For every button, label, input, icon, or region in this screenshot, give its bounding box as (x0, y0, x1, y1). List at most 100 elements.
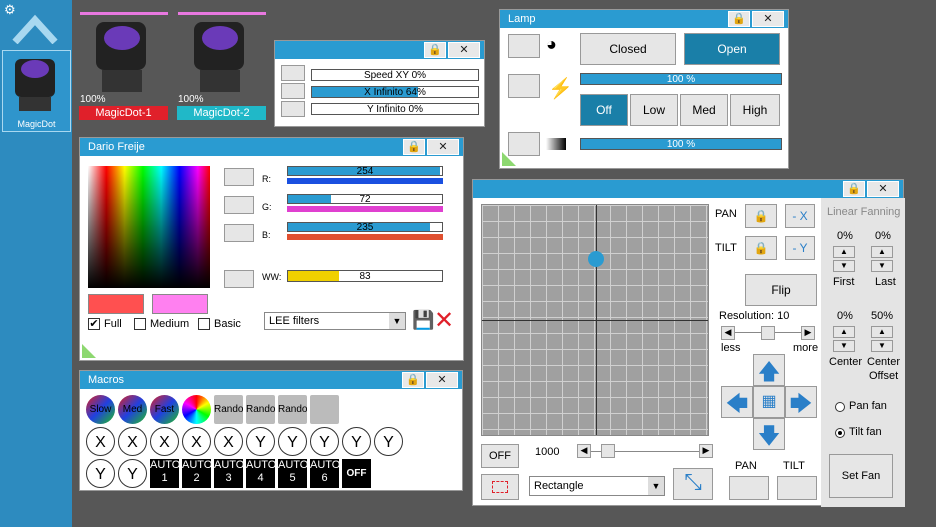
save-icon[interactable]: 💾 (412, 310, 434, 331)
tilt-lock-icon[interactable]: 🔒 (745, 236, 777, 260)
shape-select[interactable]: Rectangle ▼ (529, 476, 665, 496)
delete-icon[interactable]: ✕ (434, 306, 454, 335)
g-button[interactable] (224, 196, 254, 214)
tilt-bottom-button[interactable] (777, 476, 817, 500)
macro-button[interactable]: X (150, 427, 179, 456)
value-slider[interactable] (601, 444, 615, 458)
fixture-1-name[interactable]: MagicDot-1 (79, 106, 168, 120)
closed-button[interactable]: Closed (580, 33, 676, 65)
filter-select[interactable]: LEE filters ▼ (264, 312, 406, 330)
more-arrow-icon[interactable]: ▶ (801, 326, 815, 340)
minus-x-button[interactable]: - X (785, 204, 815, 228)
intensity-bar-2[interactable]: 100 % (580, 138, 782, 150)
macro-button[interactable]: AUTO 2 (182, 459, 211, 488)
speed-xy-bar[interactable]: Speed XY 0% (311, 69, 479, 81)
intensity-bar-1[interactable]: 100 % (580, 73, 782, 85)
first-down-icon[interactable]: ▼ (833, 260, 855, 272)
center-up-icon[interactable]: ▲ (833, 326, 855, 338)
basic-checkbox[interactable] (198, 318, 210, 330)
macro-button[interactable]: AUTO 6 (310, 459, 339, 488)
right-arrow-icon[interactable]: ▶ (699, 444, 713, 458)
macro-button[interactable]: Y (374, 427, 403, 456)
macro-button[interactable]: Y (310, 427, 339, 456)
arrow-up-icon[interactable]: 🡅 (753, 354, 785, 386)
arrow-right-icon[interactable]: 🡆 (785, 386, 817, 418)
ww-button[interactable] (224, 270, 254, 288)
moving-head-icon[interactable] (92, 16, 150, 94)
fixture-tile[interactable]: MagicDot (2, 50, 71, 132)
macro-button[interactable] (374, 395, 403, 424)
macro-button[interactable]: Slow (86, 395, 115, 424)
macro-button[interactable]: Random (214, 395, 243, 424)
lock-icon[interactable]: 🔒 (403, 139, 425, 155)
chevron-down-icon[interactable]: ▼ (648, 477, 664, 495)
shape-preview[interactable] (481, 474, 519, 500)
macro-button[interactable]: Y (86, 459, 115, 488)
r-button[interactable] (224, 168, 254, 186)
swap-icon[interactable]: ⤡ (673, 468, 713, 500)
up-chevron-icon[interactable] (12, 10, 58, 44)
macro-button[interactable] (342, 395, 371, 424)
last-up-icon[interactable]: ▲ (871, 246, 893, 258)
macro-button[interactable]: Med (118, 395, 147, 424)
close-icon[interactable]: ✕ (448, 42, 480, 58)
macro-button[interactable]: Y (246, 427, 275, 456)
xy-point[interactable] (588, 251, 604, 267)
chevron-down-icon[interactable]: ▼ (389, 313, 405, 329)
macro-button[interactable]: X (182, 427, 211, 456)
macro-button[interactable]: X (214, 427, 243, 456)
medium-checkbox[interactable] (134, 318, 146, 330)
macro-button[interactable]: Y (278, 427, 307, 456)
close-icon[interactable]: ✕ (427, 139, 459, 155)
arrow-left-icon[interactable]: 🡄 (721, 386, 753, 418)
fixture-2-name[interactable]: MagicDot-2 (177, 106, 266, 120)
g-bar[interactable]: 72 (287, 194, 443, 204)
macro-button[interactable]: X (86, 427, 115, 456)
color-picker[interactable] (88, 166, 210, 288)
off-button[interactable]: Off (580, 94, 628, 126)
lock-icon[interactable]: 🔒 (843, 181, 865, 197)
pan-bottom-button[interactable] (729, 476, 769, 500)
first-up-icon[interactable]: ▲ (833, 246, 855, 258)
lock-icon[interactable]: 🔒 (424, 42, 446, 58)
b-bar[interactable]: 235 (287, 222, 443, 232)
pan-lock-icon[interactable]: 🔒 (745, 204, 777, 228)
high-button[interactable]: High (730, 94, 780, 126)
macro-button[interactable]: AUTO 4 (246, 459, 275, 488)
lock-icon[interactable]: 🔒 (402, 372, 424, 388)
close-icon[interactable]: ✕ (867, 181, 899, 197)
left-arrow-icon[interactable]: ◀ (577, 444, 591, 458)
ww-bar[interactable]: 83 (287, 270, 443, 282)
speed-xy-button[interactable] (281, 65, 305, 81)
macro-button[interactable]: Y (342, 427, 371, 456)
pan-fan-radio[interactable] (835, 402, 845, 412)
macro-button[interactable]: X (118, 427, 147, 456)
macro-button[interactable]: Random (246, 395, 275, 424)
tilt-fan-radio[interactable] (835, 428, 845, 438)
center-down-icon[interactable]: ▼ (833, 340, 855, 352)
center-icon[interactable]: ▦ (753, 386, 785, 418)
macro-button[interactable] (310, 395, 339, 424)
x-infinito-bar[interactable]: X Infinito 64% (311, 86, 479, 98)
close-icon[interactable]: ✕ (426, 372, 458, 388)
dimmer-button[interactable] (508, 132, 540, 156)
macro-button[interactable]: AUTO 1 (150, 459, 179, 488)
close-icon[interactable]: ✕ (752, 11, 784, 27)
macro-button[interactable]: AUTO 3 (214, 459, 243, 488)
lock-icon[interactable]: 🔒 (728, 11, 750, 27)
less-arrow-icon[interactable]: ◀ (721, 326, 735, 340)
macro-button[interactable]: OFF (342, 459, 371, 488)
med-button[interactable]: Med (680, 94, 728, 126)
resolution-slider[interactable] (761, 326, 775, 340)
off-button[interactable]: OFF (481, 444, 519, 468)
y-infinito-button[interactable] (281, 101, 305, 117)
offset-up-icon[interactable]: ▲ (871, 326, 893, 338)
full-checkbox[interactable]: ✔ (88, 318, 100, 330)
flip-button[interactable]: Flip (745, 274, 817, 306)
minus-y-button[interactable]: - Y (785, 236, 815, 260)
x-infinito-button[interactable] (281, 83, 305, 99)
shutter-button[interactable] (508, 34, 540, 58)
moving-head-icon[interactable] (190, 16, 248, 94)
offset-down-icon[interactable]: ▼ (871, 340, 893, 352)
macro-button[interactable] (182, 395, 211, 424)
